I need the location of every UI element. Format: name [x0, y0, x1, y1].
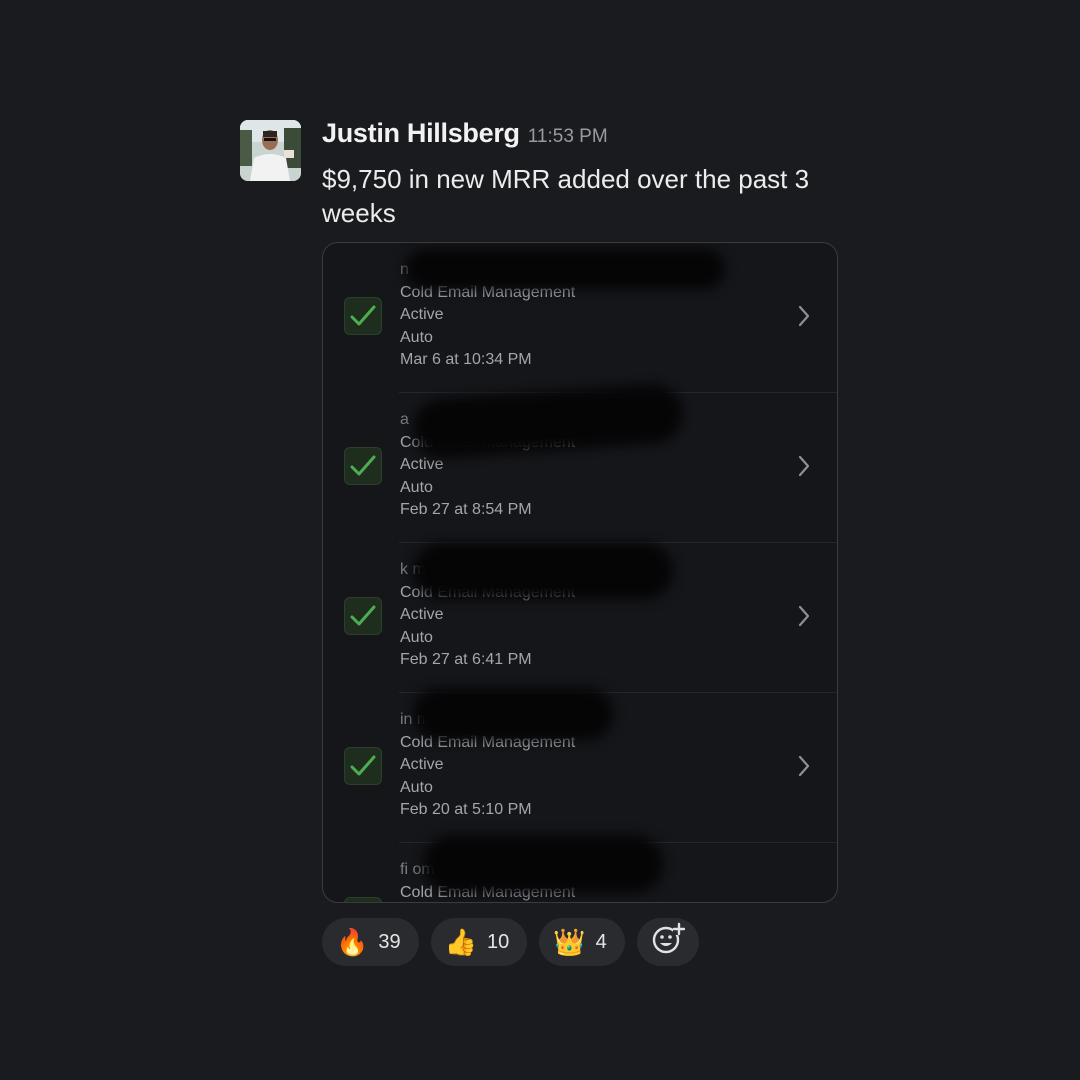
chevron-right-icon — [797, 755, 811, 782]
add-reaction-button[interactable] — [636, 918, 699, 966]
row-date: Feb 27 at 6:41 PM — [400, 651, 532, 668]
message-timestamp[interactable]: 11:53 PM — [528, 126, 608, 148]
row-status: Active — [400, 306, 444, 323]
row-renewal: Auto — [400, 478, 433, 496]
crown-icon: 👑 — [553, 927, 586, 957]
checkbox-checked-icon — [344, 747, 382, 785]
row-status: Active — [400, 756, 444, 773]
add-reaction-icon — [651, 922, 685, 962]
fire-icon: 🔥 — [336, 927, 369, 957]
chevron-right-icon — [797, 605, 811, 632]
reaction-count: 10 — [487, 930, 510, 953]
thumbs-up-icon: 👍 — [444, 927, 477, 957]
reaction-fire[interactable]: 🔥 39 — [322, 918, 419, 966]
reaction-count: 4 — [595, 930, 607, 953]
row-renewal: Auto — [400, 778, 433, 796]
redaction-mark — [413, 688, 613, 740]
redaction-mark — [413, 543, 673, 599]
checkbox-checked-icon — [344, 597, 382, 635]
checkbox-checked-icon — [344, 897, 382, 902]
chevron-right-icon — [797, 305, 811, 332]
avatar[interactable] — [240, 120, 301, 181]
row-status: Active — [400, 606, 444, 623]
redaction-mark — [405, 249, 725, 289]
redaction-mark — [423, 835, 663, 893]
author-name[interactable]: Justin Hillsberg — [322, 118, 520, 149]
reactions-bar: 🔥 39 👍 10 👑 4 — [322, 918, 699, 966]
row-date: Feb 20 at 5:10 PM — [400, 801, 532, 818]
chevron-right-icon — [797, 455, 811, 482]
row-renewal: Auto — [400, 328, 433, 346]
row-date: Mar 6 at 10:34 PM — [400, 351, 532, 368]
checkbox-checked-icon — [344, 297, 382, 335]
image-attachment[interactable]: n Cold Email Management Active Auto Mar … — [322, 242, 838, 903]
reaction-count: 39 — [378, 930, 401, 953]
row-renewal: Auto — [400, 628, 433, 646]
checkbox-checked-icon — [344, 447, 382, 485]
message-text: $9,750 in new MRR added over the past 3 … — [322, 164, 810, 228]
row-date: Feb 27 at 8:54 PM — [400, 501, 532, 518]
reaction-thumbs-up[interactable]: 👍 10 — [430, 918, 528, 966]
reaction-crown[interactable]: 👑 4 — [539, 918, 625, 966]
